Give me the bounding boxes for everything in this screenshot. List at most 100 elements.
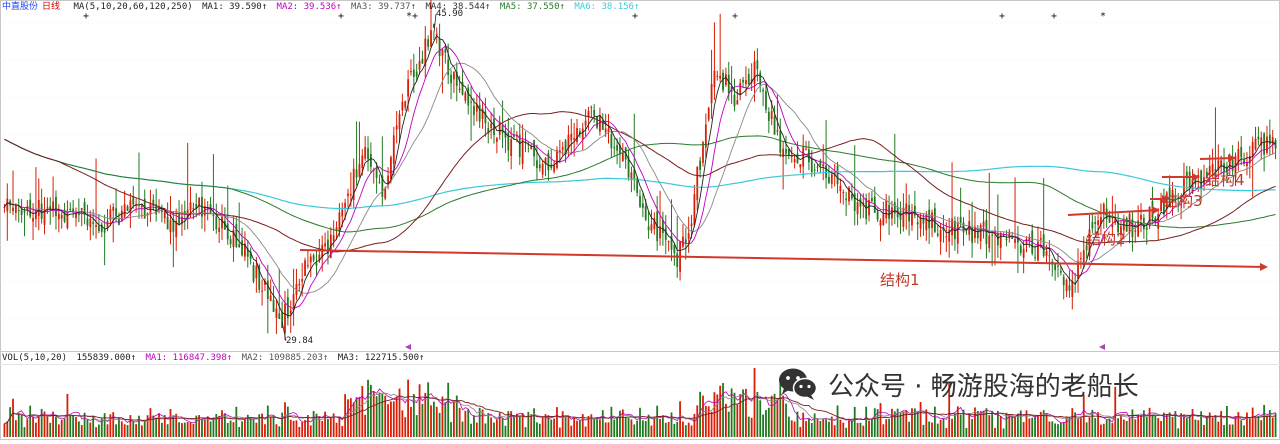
candle-body bbox=[92, 222, 95, 224]
candle-body bbox=[86, 218, 89, 226]
volume-bar bbox=[988, 415, 991, 437]
volume-bar bbox=[63, 418, 66, 437]
candle-body bbox=[12, 207, 14, 212]
candle-body bbox=[106, 221, 109, 228]
candle-body bbox=[796, 153, 799, 164]
volume-bar bbox=[1131, 409, 1134, 437]
volume-bar bbox=[656, 405, 659, 437]
volume-bar bbox=[836, 405, 839, 437]
candle-body bbox=[407, 79, 410, 97]
volume-bar bbox=[1028, 418, 1031, 437]
volume-bar bbox=[1266, 415, 1268, 437]
candle-body bbox=[1054, 263, 1057, 271]
volume-bar bbox=[115, 424, 117, 437]
candle-body bbox=[178, 214, 180, 224]
ma1-value: MA1: 39.590↑ bbox=[202, 2, 268, 12]
volume-bar bbox=[160, 422, 163, 437]
candle-body bbox=[882, 214, 885, 226]
candle-body bbox=[390, 157, 392, 179]
volume-bar bbox=[390, 401, 392, 437]
volume-bar bbox=[747, 416, 750, 437]
volume-bar bbox=[1274, 413, 1277, 437]
candle-body bbox=[261, 290, 263, 292]
volume-bar bbox=[453, 402, 455, 437]
candle-body bbox=[799, 164, 802, 168]
volume-bar bbox=[40, 408, 43, 437]
volume-bar bbox=[60, 419, 63, 437]
volume-bar bbox=[991, 411, 994, 437]
candle-body bbox=[464, 92, 467, 101]
candle-body bbox=[1079, 258, 1082, 260]
ma20-line bbox=[4, 62, 1276, 294]
candle-body bbox=[473, 105, 475, 116]
candle-body bbox=[355, 169, 358, 178]
volume-bar bbox=[1151, 414, 1154, 437]
volume-bar bbox=[870, 418, 873, 437]
volume-bar bbox=[278, 426, 281, 437]
candle-body bbox=[1022, 248, 1025, 258]
candle-body bbox=[828, 177, 830, 183]
volume-bar bbox=[593, 419, 596, 437]
volume-bar bbox=[1214, 415, 1217, 437]
volume-bar bbox=[349, 398, 352, 437]
candle-body bbox=[1034, 257, 1036, 259]
candle-body bbox=[14, 204, 17, 213]
volume-bar bbox=[1145, 417, 1148, 437]
volume-bar bbox=[664, 422, 667, 437]
candle-body bbox=[1145, 227, 1148, 230]
candle-body bbox=[773, 116, 776, 135]
candle-body bbox=[324, 243, 326, 247]
volume-bar bbox=[1122, 419, 1125, 437]
volume-bar bbox=[527, 411, 530, 437]
volume-bar bbox=[375, 396, 378, 437]
volume-bar bbox=[206, 416, 209, 437]
candle-body bbox=[315, 263, 318, 266]
volume-bar bbox=[189, 422, 192, 437]
volume-bar bbox=[149, 408, 152, 437]
candle-body bbox=[553, 165, 556, 172]
candle-body bbox=[664, 227, 667, 240]
scroll-marker-left bbox=[405, 344, 411, 350]
volume-bar bbox=[1108, 418, 1111, 437]
candle-body bbox=[1108, 217, 1111, 223]
candle-body bbox=[23, 211, 26, 213]
candle-body bbox=[444, 49, 447, 53]
volume-bar bbox=[29, 405, 32, 437]
candle-body bbox=[1045, 251, 1048, 256]
volume-bar bbox=[787, 416, 790, 437]
volume-bar bbox=[295, 420, 298, 437]
volume-bar bbox=[89, 422, 92, 437]
candle-body bbox=[727, 74, 730, 94]
volume-bar bbox=[69, 415, 72, 437]
volume-bar bbox=[338, 418, 341, 437]
volume-bar bbox=[759, 400, 762, 437]
volume-bar bbox=[765, 410, 767, 437]
candle-body bbox=[541, 163, 544, 175]
kline-chart[interactable]: + + * + + + + + * 中直股份 日线 MA(5,10,20,60,120,250) … bbox=[0, 0, 1280, 440]
volume-bar bbox=[928, 421, 931, 437]
volume-bar bbox=[805, 421, 807, 437]
volume-bar bbox=[530, 414, 533, 437]
volume-bar bbox=[395, 396, 398, 437]
watermark: 公众号 · 畅游股海的老船长 bbox=[778, 366, 1139, 402]
volume-bar bbox=[538, 423, 541, 437]
ma60-line bbox=[4, 111, 1276, 253]
candle-body bbox=[584, 120, 587, 126]
candle-body bbox=[538, 164, 541, 169]
candle-body bbox=[590, 107, 593, 109]
volume-bar bbox=[753, 368, 756, 437]
candle-body bbox=[120, 210, 123, 222]
candle-body bbox=[1057, 265, 1059, 267]
candle-body bbox=[46, 207, 49, 209]
candle-body bbox=[255, 265, 258, 279]
candle-body bbox=[999, 233, 1002, 248]
volume-bar bbox=[484, 423, 487, 437]
volume-bar bbox=[770, 395, 773, 437]
candle-body bbox=[985, 220, 988, 244]
candle-body bbox=[410, 71, 412, 73]
candle-body bbox=[859, 198, 862, 207]
candle-body bbox=[845, 198, 848, 201]
candle-body bbox=[89, 218, 92, 228]
volume-bar bbox=[702, 395, 704, 437]
volume-bar bbox=[885, 419, 888, 437]
